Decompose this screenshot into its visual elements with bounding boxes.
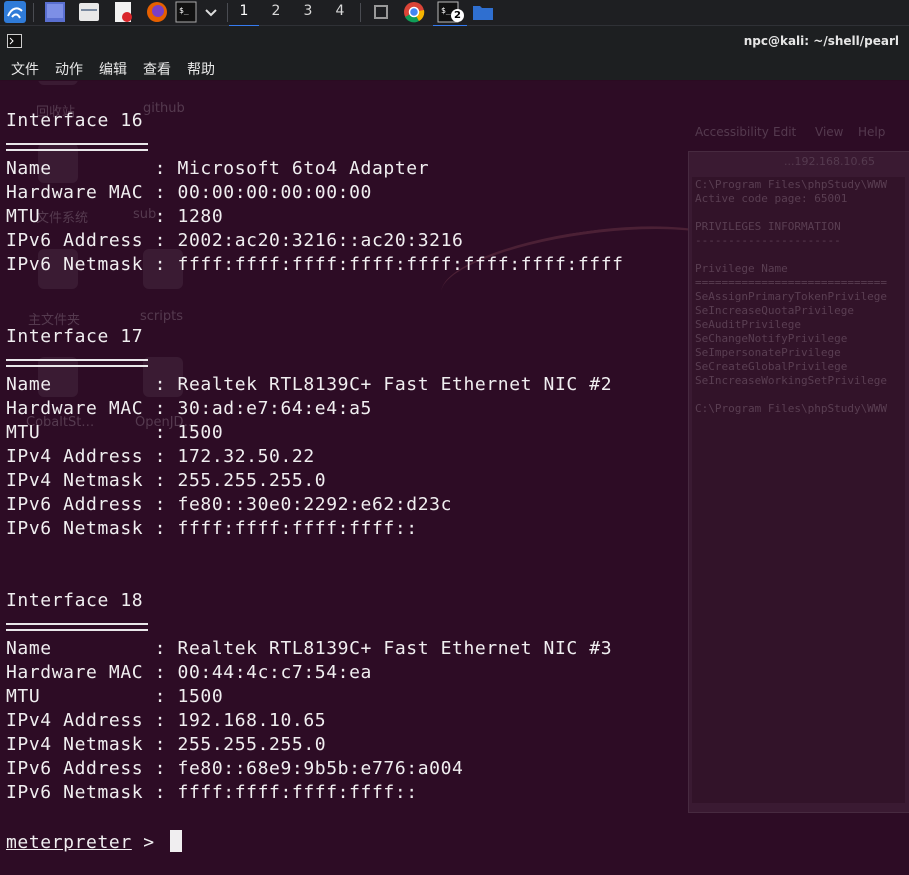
firefox-icon[interactable] [146, 1, 168, 23]
terminal-count-badge: 2 [451, 9, 464, 22]
background-menu: View [815, 125, 844, 139]
terminal-launcher-icon[interactable]: $_ [175, 1, 197, 23]
file-manager-icon[interactable] [78, 1, 100, 23]
interface-row: IPv6 Address : fe80::68e9:9b5b:e776:a004 [6, 758, 464, 779]
background-line: ---------------------- [695, 234, 841, 247]
command-prompt[interactable]: meterpreter > [6, 830, 183, 853]
interface-row: Hardware MAC : 30:ad:e7:64:e4:a5 [6, 398, 372, 419]
terminal-window-icon[interactable] [7, 34, 22, 48]
interface-header: Interface 16 [6, 110, 144, 131]
background-line: SeAssignPrimaryTokenPrivilege [695, 290, 888, 303]
background-line: C:\Program Files\phpStudy\WWW [695, 402, 888, 415]
interface-header: Interface 18 [6, 590, 144, 611]
window-title: npc@kali: ~/shell/pearl [743, 34, 899, 48]
interface-row: Name : Microsoft 6to4 Adapter [6, 158, 430, 179]
header-underline [6, 623, 148, 631]
menu-view[interactable]: 查看 [143, 59, 171, 79]
menu-edit[interactable]: 编辑 [99, 59, 127, 79]
interface-row: Hardware MAC : 00:00:00:00:00:00 [6, 182, 372, 203]
header-underline [6, 359, 148, 367]
folder-icon[interactable] [472, 1, 494, 23]
background-line: ============================= [695, 276, 888, 289]
desktop-icon [38, 81, 78, 85]
interface-row: IPv6 Netmask : ffff:ffff:ffff:ffff:ffff:… [6, 254, 624, 275]
workspace-1[interactable]: 1 [229, 0, 259, 27]
interface-row: IPv4 Address : 192.168.10.65 [6, 710, 327, 731]
background-line: SeChangeNotifyPrivilege [695, 332, 848, 345]
desktop-label: scripts [140, 309, 183, 324]
background-menu: Help [858, 125, 886, 139]
terminal-task-button[interactable]: $_ 2 [433, 0, 467, 27]
interface-row: IPv6 Address : 2002:ac20:3216::ac20:3216 [6, 230, 464, 251]
svg-text:$_: $_ [179, 6, 189, 15]
menubar: 文件 动作 编辑 查看 帮助 [0, 56, 909, 80]
prompt-symbol: > [131, 832, 167, 853]
background-tab: ...192.168.10.65 [784, 155, 875, 168]
background-line: Privilege Name [695, 262, 788, 275]
workspace-4[interactable]: 4 [325, 0, 355, 25]
interface-row: Name : Realtek RTL8139C+ Fast Ethernet N… [6, 374, 613, 395]
background-line: SeAuditPrivilege [695, 318, 801, 331]
background-line: SeIncreaseWorkingSetPrivilege [695, 374, 888, 387]
window-icon[interactable] [370, 1, 392, 23]
interface-row: IPv6 Netmask : ffff:ffff:ffff:ffff:: [6, 782, 418, 803]
menu-help[interactable]: 帮助 [187, 59, 215, 79]
desktop-label: github [143, 101, 185, 116]
interface-row: IPv4 Netmask : 255.255.255.0 [6, 470, 327, 491]
interface-row: IPv6 Netmask : ffff:ffff:ffff:ffff:: [6, 518, 418, 539]
background-line: Active code page: 65001 [695, 192, 848, 205]
chevron-down-icon[interactable] [200, 1, 222, 23]
workspace-3[interactable]: 3 [293, 0, 323, 25]
text-editor-icon[interactable] [112, 1, 134, 23]
interface-row: MTU : 1500 [6, 686, 224, 707]
kali-menu-icon[interactable] [4, 1, 26, 23]
menu-action[interactable]: 动作 [55, 59, 83, 79]
show-desktop-icon[interactable] [44, 1, 66, 23]
taskbar: $_ 1 2 3 4 $_ 2 [0, 0, 909, 27]
interface-header: Interface 17 [6, 326, 144, 347]
background-line: SeIncreaseQuotaPrivilege [695, 304, 854, 317]
taskbar-separator [33, 3, 34, 22]
prompt-label: meterpreter [6, 832, 132, 853]
taskbar-separator [227, 3, 228, 22]
interface-row: IPv4 Netmask : 255.255.255.0 [6, 734, 327, 755]
terminal-output[interactable]: 回收站 github 文件系统 sub 主文件夹 scripts CobaltS… [0, 81, 909, 875]
taskbar-separator [360, 3, 361, 22]
window-titlebar: npc@kali: ~/shell/pearl [0, 26, 909, 56]
background-line: C:\Program Files\phpStudy\WWW [695, 178, 888, 191]
interface-row: IPv6 Address : fe80::30e0:2292:e62:d23c [6, 494, 453, 515]
menu-file[interactable]: 文件 [11, 59, 39, 79]
background-line: PRIVILEGES INFORMATION [695, 220, 841, 233]
interface-row: Name : Realtek RTL8139C+ Fast Ethernet N… [6, 638, 613, 659]
background-line: SeCreateGlobalPrivilege [695, 360, 848, 373]
background-menu: Edit [773, 125, 797, 139]
background-menu: Accessibility [695, 125, 769, 139]
chrome-icon[interactable] [403, 1, 425, 23]
background-line: SeImpersonatePrivilege [695, 346, 841, 359]
interface-row: Hardware MAC : 00:44:4c:c7:54:ea [6, 662, 372, 683]
interface-row: MTU : 1280 [6, 206, 224, 227]
svg-text:$_: $_ [441, 6, 451, 15]
text-cursor [170, 830, 183, 852]
workspace-2[interactable]: 2 [261, 0, 291, 25]
interface-row: MTU : 1500 [6, 422, 224, 443]
interface-row: IPv4 Address : 172.32.50.22 [6, 446, 315, 467]
header-underline [6, 143, 148, 151]
